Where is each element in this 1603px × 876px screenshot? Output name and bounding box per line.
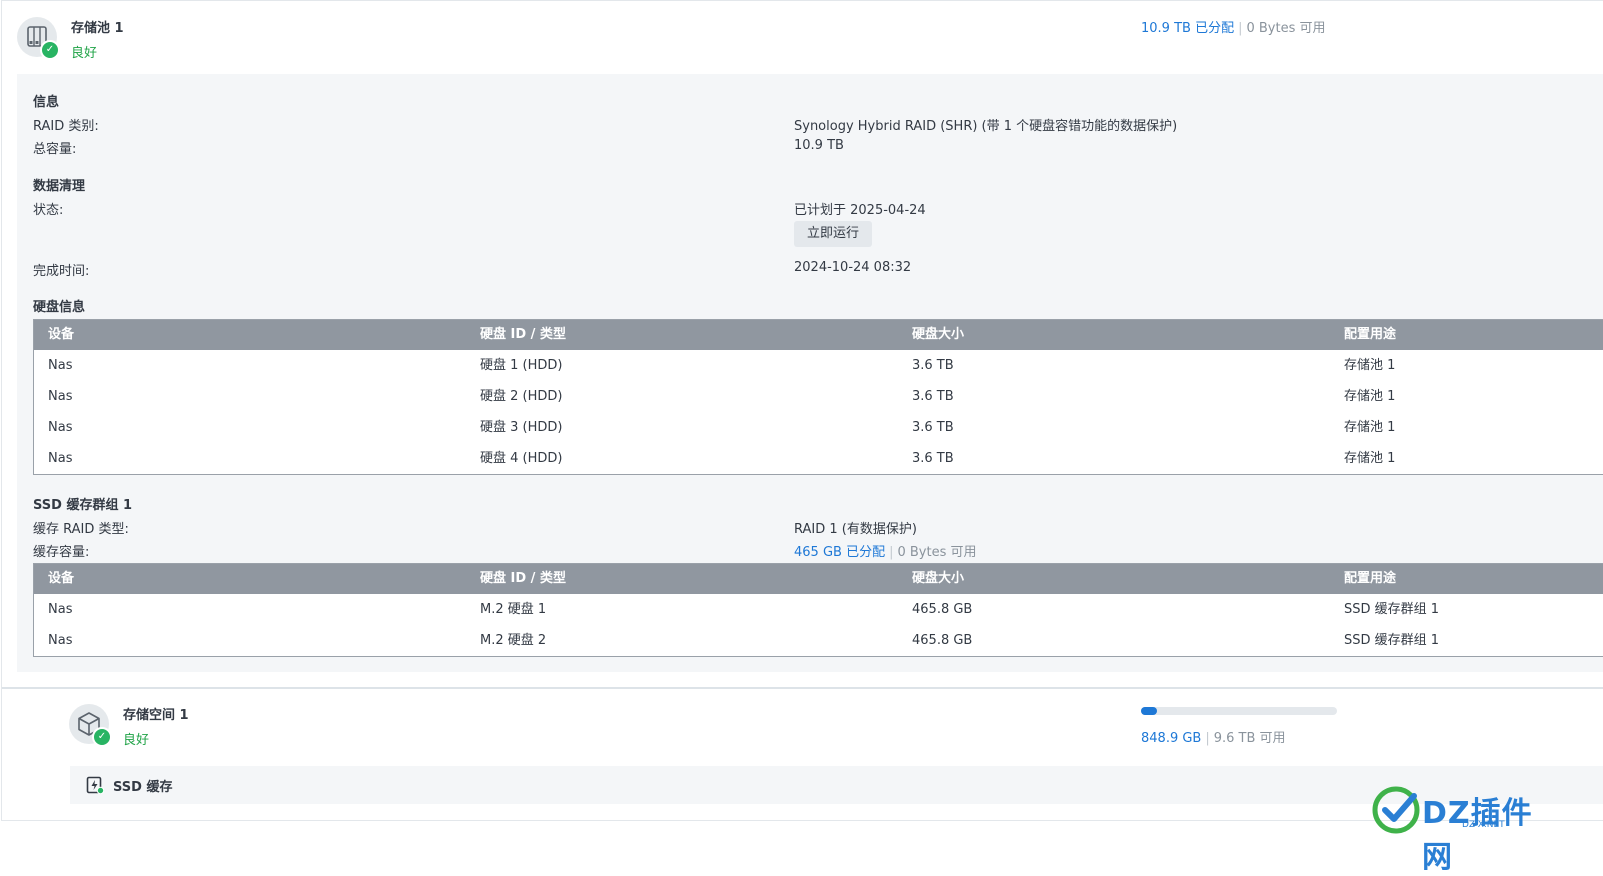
cell-device: Nas xyxy=(48,358,73,373)
cell-disk-size: 3.6 TB xyxy=(912,451,954,466)
cell-disk-id: M.2 硬盘 1 xyxy=(480,602,547,617)
cell-usage: 存储池 1 xyxy=(1344,420,1396,435)
cell-disk-id: 硬盘 2 (HDD) xyxy=(480,389,563,404)
cell-disk-size: 465.8 GB xyxy=(912,602,973,617)
watermark-check-icon xyxy=(1372,786,1420,834)
table-row[interactable]: Nas 硬盘 3 (HDD) 3.6 TB 存储池 1 xyxy=(34,412,1603,443)
volume-usage-fill xyxy=(1141,707,1157,715)
storage-volume-title: 存储空间 1 xyxy=(123,708,189,723)
cell-usage: SSD 缓存群组 1 xyxy=(1344,602,1440,617)
column-header-device[interactable]: 设备 xyxy=(48,564,74,594)
volume-usage: 848.9 GB | 9.6 TB 可用 xyxy=(1141,727,1286,746)
disk-info-heading: 硬盘信息 xyxy=(33,300,86,315)
cell-disk-id: 硬盘 4 (HDD) xyxy=(480,451,563,466)
cache-raid-type-label: 缓存 RAID 类型: xyxy=(33,522,129,537)
watermark-subtext: DZ-X.NET xyxy=(1462,820,1505,830)
cell-disk-id: M.2 硬盘 2 xyxy=(480,633,547,648)
status-check-icon: ✓ xyxy=(40,40,60,60)
cell-device: Nas xyxy=(48,633,73,648)
ssd-cache-table: 设备 硬盘 ID / 类型 硬盘大小 配置用途 Nas M.2 硬盘 1 465… xyxy=(33,563,1603,657)
cell-usage: 存储池 1 xyxy=(1344,358,1396,373)
run-now-button[interactable]: 立即运行 xyxy=(794,221,872,247)
table-row[interactable]: Nas 硬盘 4 (HDD) 3.6 TB 存储池 1 xyxy=(34,443,1603,474)
completed-time-value: 2024-10-24 08:32 xyxy=(794,260,912,275)
cell-disk-size: 465.8 GB xyxy=(912,633,973,648)
watermark-text: DZ插件网 xyxy=(1422,796,1533,875)
cell-device: Nas xyxy=(48,389,73,404)
ssd-cache-group-heading: SSD 缓存群组 1 xyxy=(33,498,133,513)
total-capacity-value: 10.9 TB xyxy=(794,138,844,153)
storage-pool-status: 良好 xyxy=(71,46,98,61)
column-header-disk-id[interactable]: 硬盘 ID / 类型 xyxy=(480,320,566,350)
cell-usage: SSD 缓存群组 1 xyxy=(1344,633,1440,648)
volume-used-text: 848.9 GB xyxy=(1141,731,1202,746)
scrubbing-heading: 数据清理 xyxy=(33,179,86,194)
usage-separator: | xyxy=(889,545,894,560)
column-header-device[interactable]: 设备 xyxy=(48,320,74,350)
cache-capacity-value: 465 GB 已分配 | 0 Bytes 可用 xyxy=(794,541,977,560)
column-header-disk-size[interactable]: 硬盘大小 xyxy=(912,320,964,350)
table-header: 设备 硬盘 ID / 类型 硬盘大小 配置用途 xyxy=(34,320,1603,350)
storage-pool-usage: 10.9 TB 已分配 | 0 Bytes 可用 xyxy=(1141,17,1326,36)
cell-disk-size: 3.6 TB xyxy=(912,389,954,404)
scrubbing-status-label: 状态: xyxy=(33,203,64,218)
completed-time-label: 完成时间: xyxy=(33,264,90,279)
storage-volume-card: ✓ 存储空间 1 良好 848.9 GB | 9.6 TB 可用 SSD 缓存 xyxy=(1,688,1603,821)
cell-usage: 存储池 1 xyxy=(1344,389,1396,404)
cache-capacity-label: 缓存容量: xyxy=(33,545,90,560)
usage-separator: | xyxy=(1238,21,1243,36)
info-heading: 信息 xyxy=(33,95,60,110)
cache-raid-type-value: RAID 1 (有数据保护) xyxy=(794,522,917,537)
scrubbing-status-value: 已计划于 2025-04-24 xyxy=(794,203,926,218)
column-header-disk-size[interactable]: 硬盘大小 xyxy=(912,564,964,594)
table-row[interactable]: Nas 硬盘 2 (HDD) 3.6 TB 存储池 1 xyxy=(34,381,1603,412)
table-row[interactable]: Nas 硬盘 1 (HDD) 3.6 TB 存储池 1 xyxy=(34,350,1603,381)
status-check-icon: ✓ xyxy=(92,727,112,747)
total-capacity-label: 总容量: xyxy=(33,142,77,157)
storage-volume-status: 良好 xyxy=(123,733,150,748)
pool-allocated-text: 10.9 TB 已分配 xyxy=(1141,21,1235,36)
column-header-disk-id[interactable]: 硬盘 ID / 类型 xyxy=(480,564,566,594)
cell-device: Nas xyxy=(48,420,73,435)
ssd-cache-icon xyxy=(86,776,104,794)
storage-volume-icon: ✓ xyxy=(69,704,112,747)
ssd-cache-label: SSD 缓存 xyxy=(113,780,173,795)
storage-pool-icon: ✓ xyxy=(17,17,60,60)
column-header-usage[interactable]: 配置用途 xyxy=(1344,320,1396,350)
column-header-usage[interactable]: 配置用途 xyxy=(1344,564,1396,594)
watermark-logo: DZ插件网 DZ-X.NET xyxy=(1372,784,1557,875)
cache-free-text: 0 Bytes 可用 xyxy=(897,545,977,560)
table-header: 设备 硬盘 ID / 类型 硬盘大小 配置用途 xyxy=(34,564,1603,594)
cell-disk-id: 硬盘 3 (HDD) xyxy=(480,420,563,435)
pool-free-text: 0 Bytes 可用 xyxy=(1246,21,1326,36)
volume-usage-bar xyxy=(1141,707,1337,715)
volume-free-text: 9.6 TB 可用 xyxy=(1213,731,1286,746)
usage-separator: | xyxy=(1205,731,1210,746)
storage-pool-card: ✓ 存储池 1 良好 10.9 TB 已分配 | 0 Bytes 可用 信息 RAI… xyxy=(1,0,1603,689)
cell-disk-id: 硬盘 1 (HDD) xyxy=(480,358,563,373)
table-row[interactable]: Nas M.2 硬盘 2 465.8 GB SSD 缓存群组 1 xyxy=(34,625,1603,656)
cell-usage: 存储池 1 xyxy=(1344,451,1396,466)
table-row[interactable]: Nas M.2 硬盘 1 465.8 GB SSD 缓存群组 1 xyxy=(34,594,1603,625)
raid-type-value: Synology Hybrid RAID (SHR) (带 1 个硬盘容错功能的… xyxy=(794,119,1178,134)
cell-disk-size: 3.6 TB xyxy=(912,420,954,435)
disk-info-table: 设备 硬盘 ID / 类型 硬盘大小 配置用途 Nas 硬盘 1 (HDD) 3… xyxy=(33,319,1603,475)
raid-type-label: RAID 类别: xyxy=(33,119,99,134)
cache-allocated-text: 465 GB 已分配 xyxy=(794,545,886,560)
cell-disk-size: 3.6 TB xyxy=(912,358,954,373)
cell-device: Nas xyxy=(48,451,73,466)
cell-device: Nas xyxy=(48,602,73,617)
storage-pool-title: 存储池 1 xyxy=(71,21,124,36)
storage-pool-detail-panel: 信息 RAID 类别: Synology Hybrid RAID (SHR) (… xyxy=(17,74,1603,672)
